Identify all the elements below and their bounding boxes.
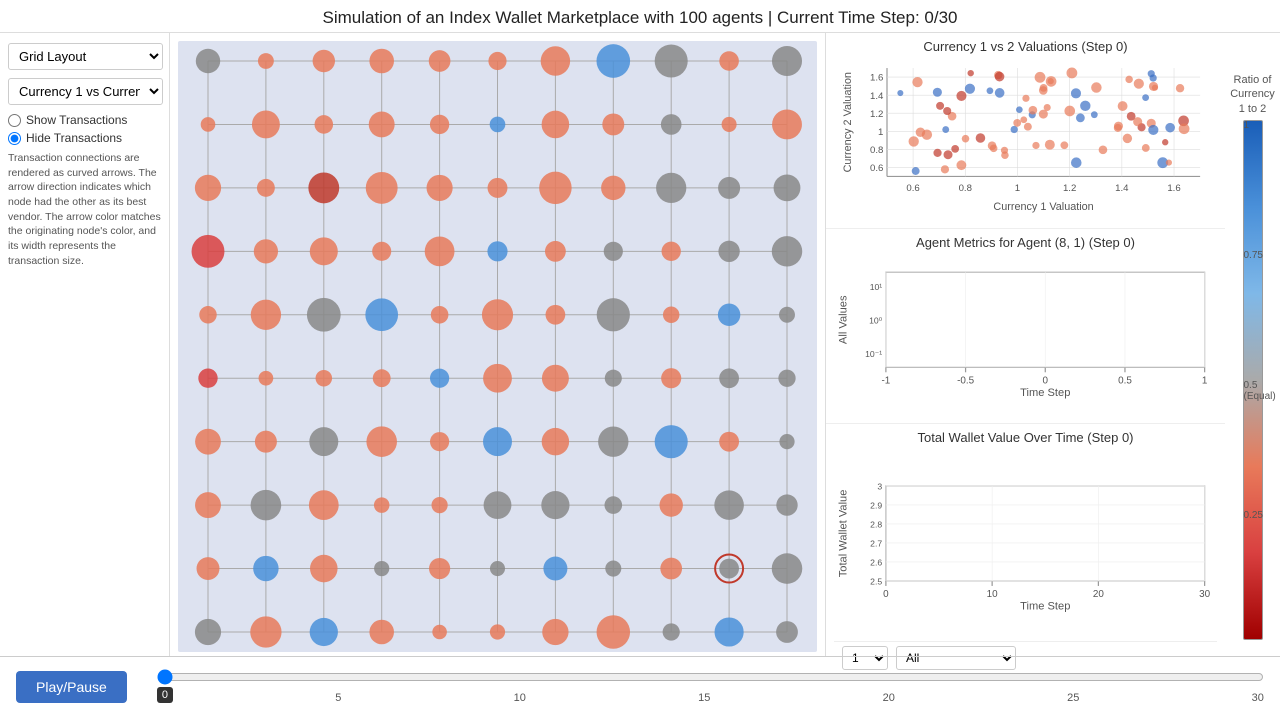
bottom-bar: Play/Pause 0 5 10 15 20 25 30 0 [0, 656, 1280, 716]
svg-text:1.4: 1.4 [1115, 183, 1129, 194]
svg-text:30: 30 [1199, 589, 1210, 600]
hide-transactions-radio[interactable]: Hide Transactions [8, 131, 161, 145]
time-badge: 0 [157, 687, 173, 703]
metrics-title: Agent Metrics for Agent (8, 1) (Step 0) [834, 235, 1217, 250]
wallet-svg: 0 10 20 30 2.5 2.6 2.7 2.8 2.9 3 Time Step Total Wa… [834, 447, 1217, 641]
color-bar: Ratio of Currency 1 to 2 1 0.75 0.5 (Equ… [1225, 33, 1280, 656]
center-area [170, 33, 825, 656]
svg-text:0.6: 0.6 [906, 183, 919, 194]
play-pause-button[interactable]: Play/Pause [16, 671, 127, 703]
svg-text:2.8: 2.8 [870, 520, 882, 530]
svg-text:Currency 2 Valuation: Currency 2 Valuation [842, 72, 854, 172]
svg-text:1: 1 [878, 127, 883, 138]
svg-text:10⁻¹: 10⁻¹ [865, 348, 882, 358]
show-transactions-label: Show Transactions [26, 113, 127, 127]
svg-text:1.6: 1.6 [1167, 183, 1180, 194]
wallet-chart-area: 0 10 20 30 2.5 2.6 2.7 2.8 2.9 3 Time Step Total Wa… [834, 447, 1217, 641]
svg-text:-1: -1 [881, 375, 890, 386]
timeline-labels: 0 5 10 15 20 25 30 [157, 692, 1264, 704]
svg-text:Time Step: Time Step [1020, 601, 1070, 613]
timeline-container: 0 5 10 15 20 25 30 0 [157, 669, 1264, 704]
svg-text:All Values: All Values [837, 295, 849, 344]
svg-text:2.6: 2.6 [870, 558, 882, 568]
metrics-section: Agent Metrics for Agent (8, 1) (Step 0) … [826, 229, 1225, 425]
metrics-chart-area: -1 -0.5 0 0.5 1 10⁻¹ 10⁰ 10¹ Time Step All Values [834, 252, 1217, 409]
svg-text:0.6: 0.6 [870, 163, 883, 174]
page-header: Simulation of an Index Wallet Marketplac… [0, 0, 1280, 33]
hide-transactions-label: Hide Transactions [26, 131, 122, 145]
svg-text:20: 20 [1093, 589, 1104, 600]
page-title: Simulation of an Index Wallet Marketplac… [322, 8, 957, 27]
wallet-title: Total Wallet Value Over Time (Step 0) [834, 430, 1217, 445]
color-bar-tick-4: 0.25 [1244, 510, 1263, 521]
color-bar-tick-1: 1 [1244, 120, 1250, 131]
svg-text:2.7: 2.7 [870, 539, 882, 549]
note-text: Transaction connections are rendered as … [8, 151, 161, 269]
svg-text:1.2: 1.2 [870, 109, 883, 120]
svg-text:10: 10 [987, 589, 998, 600]
svg-text:Total Wallet Value: Total Wallet Value [837, 490, 849, 578]
color-bar-tick-2: 0.75 [1244, 250, 1263, 261]
svg-text:0.8: 0.8 [959, 183, 972, 194]
color-bar-tick-3: 0.5 (Equal) [1244, 380, 1280, 402]
scatter-title: Currency 1 vs 2 Valuations (Step 0) [834, 39, 1217, 54]
svg-text:Time Step: Time Step [1020, 386, 1070, 398]
svg-text:2.9: 2.9 [870, 501, 882, 511]
svg-text:10¹: 10¹ [870, 282, 883, 292]
metric-dropdown[interactable]: Currency 1 vs Currency 2 Currency 1 only… [8, 78, 163, 105]
show-transactions-input[interactable] [8, 114, 21, 127]
svg-text:0: 0 [1043, 375, 1049, 386]
scatter-section: Currency 1 vs 2 Valuations (Step 0) 0.60… [826, 33, 1225, 229]
svg-text:10⁰: 10⁰ [869, 315, 883, 325]
svg-text:0: 0 [883, 589, 889, 600]
svg-text:3: 3 [877, 482, 882, 492]
show-transactions-radio[interactable]: Show Transactions [8, 113, 161, 127]
grid-svg [178, 41, 817, 652]
grid-canvas[interactable] [178, 41, 817, 652]
svg-text:1: 1 [1202, 375, 1208, 386]
wallet-section: Total Wallet Value Over Time (Step 0) 0 1… [826, 424, 1225, 656]
svg-text:2.5: 2.5 [870, 577, 882, 587]
hide-transactions-input[interactable] [8, 132, 21, 145]
right-panel: Currency 1 vs 2 Valuations (Step 0) 0.60… [825, 33, 1225, 656]
timeline-slider[interactable] [157, 669, 1264, 685]
svg-text:0.8: 0.8 [870, 145, 883, 156]
svg-text:Currency 1 Valuation: Currency 1 Valuation [993, 201, 1093, 213]
layout-dropdown[interactable]: Grid Layout Random Layout Circle Layout [8, 43, 163, 70]
svg-text:1.4: 1.4 [870, 91, 884, 102]
svg-text:1.6: 1.6 [870, 73, 883, 84]
svg-text:1: 1 [1015, 183, 1020, 194]
left-panel: Grid Layout Random Layout Circle Layout … [0, 33, 170, 656]
scatter-svg: 0.6 0.6 0.8 0.8 1 1 1.2 1.2 1.4 1.4 1.6 1.6 Currency… [834, 56, 1217, 213]
metrics-svg: -1 -0.5 0 0.5 1 10⁻¹ 10⁰ 10¹ Time Step All Values [834, 252, 1217, 409]
scatter-chart-area: 0.6 0.6 0.8 0.8 1 1 1.2 1.2 1.4 1.4 1.6 1.6 Currency… [834, 56, 1217, 213]
color-bar-title: Ratio of Currency 1 to 2 [1229, 73, 1276, 116]
svg-text:0.5: 0.5 [1118, 375, 1132, 386]
svg-text:-0.5: -0.5 [957, 375, 975, 386]
main-layout: Grid Layout Random Layout Circle Layout … [0, 33, 1280, 656]
svg-text:1.2: 1.2 [1063, 183, 1076, 194]
